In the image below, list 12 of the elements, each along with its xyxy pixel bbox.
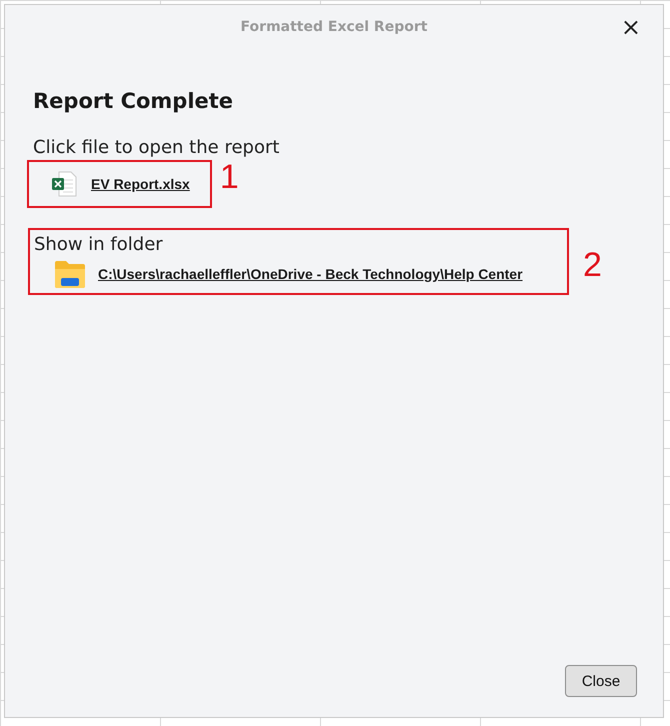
spreadsheet-file-icon (51, 171, 77, 197)
close-button[interactable]: Close (565, 665, 637, 697)
close-button[interactable]: × (616, 13, 645, 41)
callout-number: 2 (583, 248, 602, 282)
section-label: Show in folder (34, 234, 164, 255)
window-title: Formatted Excel Report (240, 19, 428, 35)
section-label: Click file to open the report (33, 137, 280, 158)
folder-path-link[interactable]: C:\Users\rachaelleffler\OneDrive - Beck Technology\Help Center (98, 266, 523, 282)
folder-icon (54, 259, 86, 289)
callout-number: 1 (220, 160, 239, 194)
file-link[interactable]: EV Report.xlsx (91, 176, 190, 192)
dialog-heading: Report Complete (33, 89, 234, 113)
